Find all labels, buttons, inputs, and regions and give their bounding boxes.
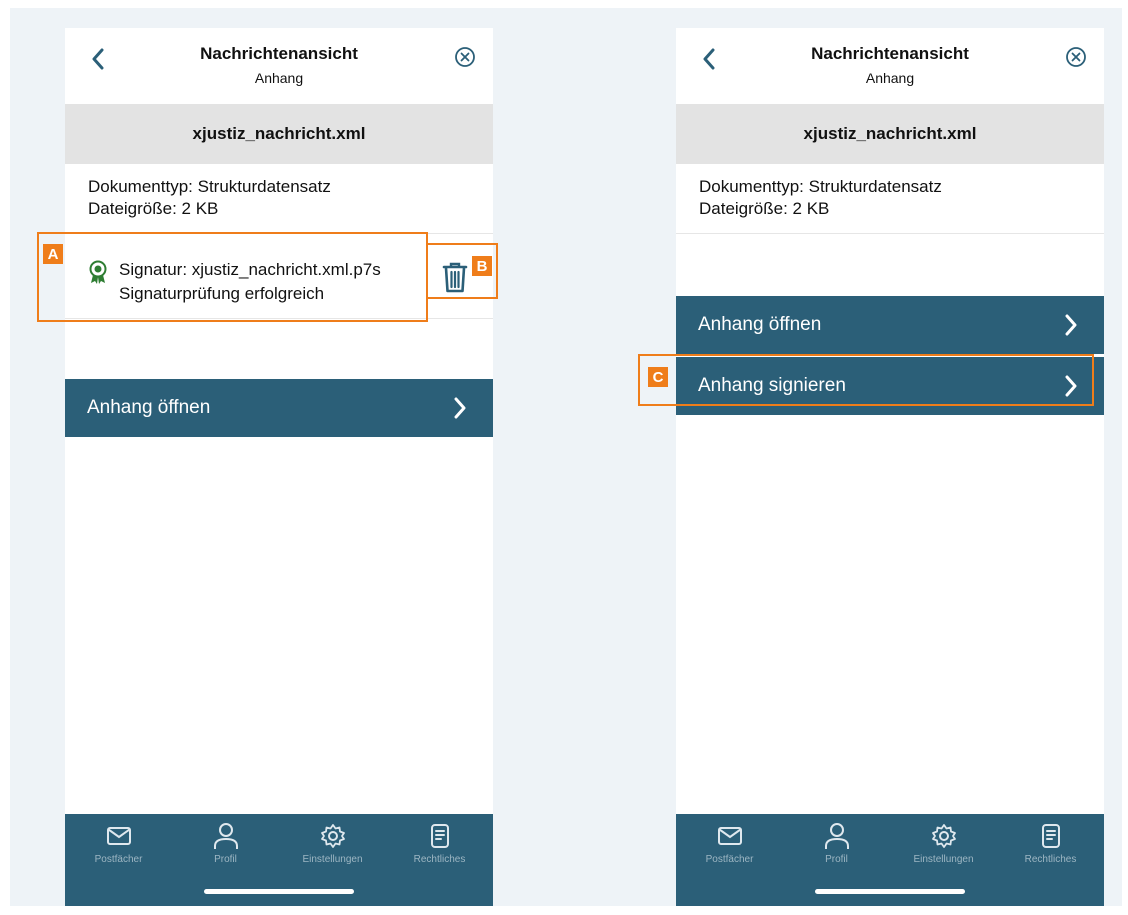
tab-profile[interactable]: Profil xyxy=(783,822,890,872)
tab-profile[interactable]: Profil xyxy=(172,822,279,872)
tab-bar: Postfächer Profil Einstellungen Rechtlic… xyxy=(676,814,1104,906)
tab-label: Einstellungen xyxy=(302,854,363,865)
page-title: Nachrichtenansicht xyxy=(811,44,969,63)
tab-label: Rechtliches xyxy=(413,854,466,865)
file-size: Dateigröße: 2 KB xyxy=(699,199,830,218)
page-subtitle: Anhang xyxy=(254,70,304,86)
mail-icon xyxy=(106,827,131,845)
tab-mailboxes[interactable]: Postfächer xyxy=(65,822,172,872)
phone-screen-right: Nachrichtenansicht Anhang xjustiz_nachri… xyxy=(676,28,1104,906)
annotation-box-c xyxy=(638,354,1094,406)
open-attachment-button[interactable]: Anhang öffnen xyxy=(65,379,493,437)
file-name-bar: xjustiz_nachricht.xml xyxy=(65,104,493,164)
tab-label: Profil xyxy=(214,854,237,865)
tab-label: Postfächer xyxy=(94,854,143,865)
page-title: Nachrichtenansicht xyxy=(200,44,358,63)
annotation-label-c: C xyxy=(648,367,668,387)
tab-label: Rechtliches xyxy=(1024,854,1077,865)
file-name-bar: xjustiz_nachricht.xml xyxy=(676,104,1104,164)
document-type: Dokumenttyp: Strukturdatensatz xyxy=(699,177,942,196)
tab-label: Profil xyxy=(825,854,848,865)
divider xyxy=(676,233,1104,234)
tab-legal[interactable]: Rechtliches xyxy=(386,822,493,872)
user-icon xyxy=(824,823,849,849)
tab-bar: Postfächer Profil Einstellungen Rechtlic… xyxy=(65,814,493,906)
annotation-box-a xyxy=(37,232,428,322)
page-subtitle: Anhang xyxy=(865,70,915,86)
button-label: Anhang öffnen xyxy=(87,397,211,418)
phone-screen-left: Nachrichtenansicht Anhang xjustiz_nachri… xyxy=(65,28,493,906)
tab-settings[interactable]: Einstellungen xyxy=(890,822,997,872)
gear-icon xyxy=(931,824,956,848)
tab-label: Postfächer xyxy=(705,854,754,865)
gear-icon xyxy=(320,824,345,848)
user-icon xyxy=(213,823,238,849)
close-circle-icon[interactable] xyxy=(1064,45,1088,69)
tab-settings[interactable]: Einstellungen xyxy=(279,822,386,872)
nav-header: Nachrichtenansicht Anhang xyxy=(676,28,1104,102)
button-label: Anhang öffnen xyxy=(698,314,822,335)
annotation-label-a: A xyxy=(43,244,63,264)
home-indicator[interactable] xyxy=(815,889,965,894)
figure-background: Nachrichtenansicht Anhang xjustiz_nachri… xyxy=(10,8,1122,906)
close-circle-icon[interactable] xyxy=(453,45,477,69)
document-type: Dokumenttyp: Strukturdatensatz xyxy=(88,177,331,196)
file-meta: Dokumenttyp: Strukturdatensatz Dateigröß… xyxy=(699,176,942,220)
mail-icon xyxy=(717,827,742,845)
tab-mailboxes[interactable]: Postfächer xyxy=(676,822,783,872)
home-indicator[interactable] xyxy=(204,889,354,894)
document-icon xyxy=(430,824,449,848)
nav-header: Nachrichtenansicht Anhang xyxy=(65,28,493,102)
file-meta: Dokumenttyp: Strukturdatensatz Dateigröß… xyxy=(88,176,331,220)
chevron-right-icon xyxy=(1065,314,1077,336)
chevron-right-icon xyxy=(454,397,466,419)
tab-label: Einstellungen xyxy=(913,854,974,865)
annotation-label-b: B xyxy=(472,256,492,276)
open-attachment-button[interactable]: Anhang öffnen xyxy=(676,296,1104,354)
document-icon xyxy=(1041,824,1060,848)
file-size: Dateigröße: 2 KB xyxy=(88,199,219,218)
tab-legal[interactable]: Rechtliches xyxy=(997,822,1104,872)
